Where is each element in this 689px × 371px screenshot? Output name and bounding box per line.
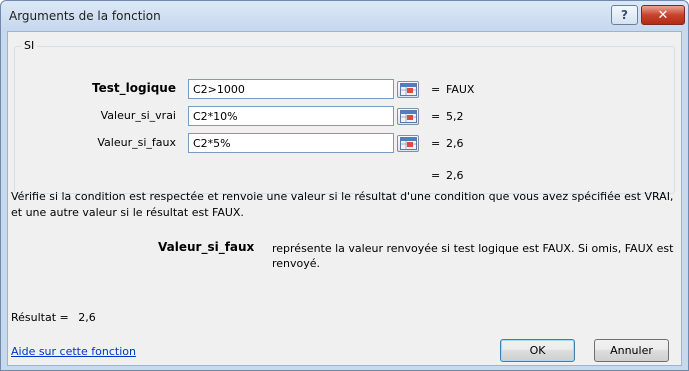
test-logique-result: FAUX xyxy=(446,83,475,96)
valeur-si-vrai-input[interactable] xyxy=(188,106,394,126)
formula-result: 2,6 xyxy=(446,169,464,182)
function-name: SI xyxy=(21,39,38,52)
range-selector-icon xyxy=(400,83,417,96)
function-arguments-dialog: Arguments de la fonction ? ✕ SI Test_log… xyxy=(0,0,689,371)
argument-help-text: représente la valeur renvoyée si test lo… xyxy=(272,242,674,270)
argument-help-name: Valeur_si_faux xyxy=(158,240,255,254)
valeur-si-faux-input[interactable] xyxy=(188,133,394,153)
title-bar[interactable]: Arguments de la fonction ? ✕ xyxy=(1,1,688,31)
help-icon: ? xyxy=(621,8,628,22)
result-value: 2,6 xyxy=(78,311,96,324)
valeur-si-vrai-ref-button[interactable] xyxy=(397,108,419,125)
equals-sign: = xyxy=(431,137,441,150)
valeur-si-faux-ref-button[interactable] xyxy=(397,135,419,152)
cancel-button[interactable]: Annuler xyxy=(594,339,669,362)
range-selector-icon xyxy=(400,110,417,123)
result-label: Résultat = xyxy=(11,311,69,324)
formula-equals-sign: = xyxy=(431,169,441,182)
function-description: Vérifie si la condition est respectée et… xyxy=(11,190,674,219)
result-line: Résultat = 2,6 xyxy=(11,311,96,324)
equals-sign: = xyxy=(431,83,441,96)
help-on-function-link[interactable]: Aide sur cette fonction xyxy=(11,345,136,358)
close-button[interactable]: ✕ xyxy=(641,5,685,25)
arg-label-valeur-si-faux: Valeur_si_faux xyxy=(97,136,176,149)
arg-label-test-logique: Test_logique xyxy=(92,81,176,95)
close-icon: ✕ xyxy=(657,7,669,23)
equals-sign: = xyxy=(431,110,441,123)
test-logique-ref-button[interactable] xyxy=(397,81,419,98)
test-logique-input[interactable] xyxy=(188,79,394,99)
dialog-title: Arguments de la fonction xyxy=(9,9,161,23)
help-button[interactable]: ? xyxy=(611,5,638,25)
range-selector-icon xyxy=(400,137,417,150)
function-arguments-group: SI Test_logique = FAUX Valeur_si_vrai xyxy=(14,39,675,194)
arg-label-valeur-si-vrai: Valeur_si_vrai xyxy=(100,109,176,122)
dialog-body: SI Test_logique = FAUX Valeur_si_vrai xyxy=(7,31,682,366)
ok-button[interactable]: OK xyxy=(500,339,575,362)
valeur-si-faux-result: 2,6 xyxy=(446,137,464,150)
valeur-si-vrai-result: 5,2 xyxy=(446,110,464,123)
